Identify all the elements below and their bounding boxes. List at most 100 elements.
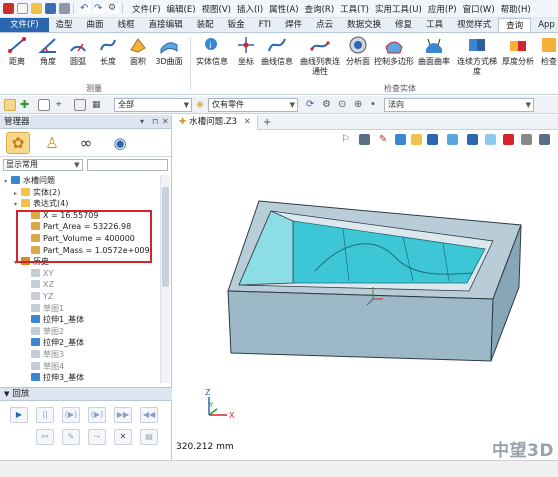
collapse-icon[interactable]: ▼ xyxy=(4,390,9,398)
thickness-analysis-button[interactable]: 厚度分析 xyxy=(502,35,534,67)
coordinate-button[interactable]: 坐标 xyxy=(234,35,258,67)
view-tab-icon[interactable]: ∞ xyxy=(74,132,98,154)
pin-panel-icon[interactable]: ⊓ xyxy=(152,115,158,129)
menu-utilities[interactable]: 实用工具(U) xyxy=(375,3,422,15)
3d-surface-button[interactable]: 3D曲面 xyxy=(154,35,184,67)
step-back-button[interactable]: ⟨| xyxy=(36,407,54,423)
tab-surface[interactable]: 曲面 xyxy=(80,18,111,32)
pen-icon[interactable]: ✎ xyxy=(379,134,390,145)
tree-scrollbar[interactable] xyxy=(160,175,170,383)
display-filter-select[interactable]: 显示常用 ▼ xyxy=(3,159,83,171)
tree-item[interactable]: Part_Mass = 1.0572e+009 xyxy=(0,245,160,257)
dot-icon[interactable]: • xyxy=(370,99,382,111)
tree-item[interactable]: 拉伸2_基体 xyxy=(0,337,160,349)
light-icon[interactable] xyxy=(411,134,422,145)
tree-item[interactable]: X = 16.55709 xyxy=(0,210,160,222)
part-filter-select[interactable]: 仅有零件 ▼ xyxy=(208,98,298,112)
area-button[interactable]: 面积 xyxy=(126,35,150,67)
tab-direct-edit[interactable]: 直接编辑 xyxy=(142,18,190,32)
menu-window[interactable]: 窗口(W) xyxy=(463,3,495,15)
continuity-gradient-button[interactable]: 连续方式梯度 xyxy=(454,35,500,77)
menu-insert[interactable]: 插入(I) xyxy=(237,3,263,15)
tree-item[interactable]: ▾ 历史 xyxy=(0,256,160,268)
curve-list-connectivity-button[interactable]: 曲线列表连通性 xyxy=(298,35,342,77)
step-forward-button[interactable]: ▶▶ xyxy=(114,407,132,423)
tree-item[interactable]: 拉伸1_基体 xyxy=(0,314,160,326)
tab-tools[interactable]: 工具 xyxy=(419,18,450,32)
tab-weldment[interactable]: 焊件 xyxy=(278,18,309,32)
tab-app[interactable]: App xyxy=(531,18,558,32)
grid-icon[interactable]: ▦ xyxy=(92,99,104,111)
tab-modeling[interactable]: 造型 xyxy=(49,18,80,32)
tree-item[interactable]: 草图3 xyxy=(0,349,160,361)
print-icon[interactable] xyxy=(59,3,70,14)
tree-item[interactable]: Part_Volume = 400000 xyxy=(0,233,160,245)
tab-fti[interactable]: FTI xyxy=(252,18,278,32)
target-icon[interactable]: ⌖ xyxy=(56,99,68,111)
app-logo-icon[interactable] xyxy=(3,3,14,14)
play-button[interactable]: ▶ xyxy=(10,407,28,423)
arc-button[interactable]: 圆弧 xyxy=(66,35,90,67)
tab-file[interactable]: 文件(F) xyxy=(0,18,49,32)
sink-model[interactable]: Z Y X xyxy=(173,149,558,439)
tab-assembly[interactable]: 装配 xyxy=(190,18,221,32)
filter-box-icon[interactable] xyxy=(38,99,50,111)
settings-icon[interactable]: ⚙ xyxy=(322,99,334,111)
menu-edit[interactable]: 编辑(E) xyxy=(167,3,196,15)
menu-apps[interactable]: 应用(P) xyxy=(428,3,457,15)
tree-search-input[interactable] xyxy=(86,159,168,171)
tab-visual-style[interactable]: 视觉样式 xyxy=(450,18,498,32)
menu-query[interactable]: 查询(R) xyxy=(305,3,335,15)
history-tab-icon[interactable]: ✿ xyxy=(6,131,30,154)
tree-item[interactable]: ▸ 实体(2) xyxy=(0,187,160,199)
tab-query[interactable]: 查询 xyxy=(498,18,532,32)
menu-attribute[interactable]: 属性(A) xyxy=(269,3,298,15)
box-icon[interactable] xyxy=(427,134,438,145)
tab-point-cloud[interactable]: 点云 xyxy=(309,18,340,32)
pick-arrow-icon[interactable] xyxy=(4,99,16,111)
edit-button[interactable]: ✎ xyxy=(62,429,80,445)
tree-item[interactable]: 草图2 xyxy=(0,326,160,338)
camera-icon[interactable] xyxy=(521,134,532,145)
save-icon[interactable] xyxy=(45,3,56,14)
new-tab-icon[interactable]: + xyxy=(263,115,271,130)
curve-info-button[interactable]: 曲线信息 xyxy=(260,35,294,67)
link-button[interactable]: ⚯ xyxy=(36,429,54,445)
undo-icon[interactable]: ↶ xyxy=(80,3,91,14)
tree-item[interactable]: ▾ 表达式(4) xyxy=(0,198,160,210)
document-tab[interactable]: ✚ 水槽问题.Z3 ✕ xyxy=(173,115,258,130)
display-box-icon[interactable] xyxy=(74,99,86,111)
assembly-tab-icon[interactable]: ♙ xyxy=(40,132,64,154)
section-icon[interactable] xyxy=(503,134,514,145)
render-icon[interactable] xyxy=(467,134,478,145)
entity-info-button[interactable]: i 实体信息 xyxy=(194,35,230,67)
open-folder-icon[interactable] xyxy=(31,3,42,14)
close-icon[interactable]: ✕ xyxy=(162,115,169,129)
control-polygon-button[interactable]: 控制多边形 xyxy=(374,35,414,67)
tree-item[interactable]: ▾ 水槽问题 xyxy=(0,175,160,187)
layer-tab-icon[interactable]: ◉ xyxy=(108,132,132,154)
display-icon[interactable] xyxy=(539,134,550,145)
shade-icon[interactable] xyxy=(447,134,458,145)
tab-sheet-metal[interactable]: 钣金 xyxy=(221,18,252,32)
angle-button[interactable]: 角度 xyxy=(36,35,60,67)
rotate-icon[interactable]: ⟳ xyxy=(306,99,318,111)
tree-item[interactable]: 拉伸3_基体 xyxy=(0,372,160,383)
isometric-icon[interactable] xyxy=(485,134,496,145)
menu-tools[interactable]: 工具(T) xyxy=(340,3,369,15)
list-button[interactable]: ▤ xyxy=(140,429,158,445)
tree-item[interactable]: YZ xyxy=(0,291,160,303)
point-icon[interactable]: ⊙ xyxy=(338,99,350,111)
options-icon[interactable]: ⚙ xyxy=(108,3,119,14)
rewind-button[interactable]: ◀◀ xyxy=(140,407,158,423)
check-button[interactable]: 检查 xyxy=(538,35,558,67)
menu-view[interactable]: 视图(V) xyxy=(202,3,231,15)
tab-repair[interactable]: 修复 xyxy=(388,18,419,32)
replay-button[interactable]: (▶) xyxy=(62,407,80,423)
new-file-icon[interactable] xyxy=(17,3,28,14)
redo-icon[interactable]: ↷ xyxy=(94,3,105,14)
menu-help[interactable]: 帮助(H) xyxy=(501,3,531,15)
tab-data-exchange[interactable]: 数据交换 xyxy=(340,18,388,32)
tab-wireframe[interactable]: 线框 xyxy=(111,18,142,32)
analyze-face-button[interactable]: 分析面 xyxy=(344,35,372,67)
